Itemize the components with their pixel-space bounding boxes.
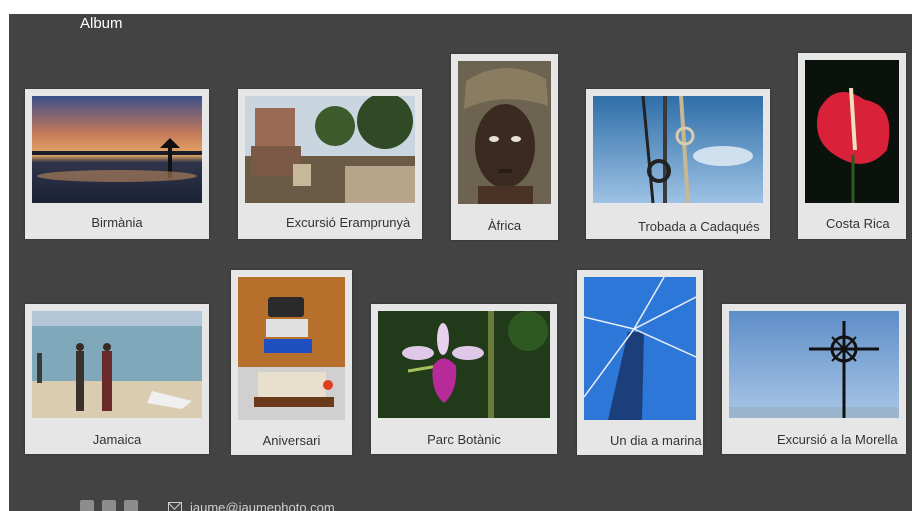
iron-cross-photo [729, 311, 899, 418]
sunset-lake-photo [32, 96, 202, 203]
album-card-eramprunya[interactable]: Excursió Eramprunyà [238, 89, 422, 239]
page-title: Album [80, 15, 123, 32]
album-caption: Aniversari [262, 433, 321, 448]
beach-photo [32, 311, 202, 418]
portrait-photo [458, 61, 551, 204]
album-caption: Parc Botànic [427, 432, 501, 447]
album-caption: Un dia a marina [610, 433, 702, 448]
red-flower-photo [805, 60, 899, 203]
album-caption: Àfrica [487, 218, 522, 233]
album-card-costa-rica[interactable]: Costa Rica [798, 53, 906, 239]
album-card-africa[interactable]: Àfrica [451, 54, 558, 240]
castle-ruins-photo [245, 96, 415, 203]
album-card-cadaques[interactable]: Trobada a Cadaqués [586, 89, 770, 239]
album-card-morella[interactable]: Excursió a la Morella [722, 304, 906, 454]
album-caption: Trobada a Cadaqués [638, 219, 760, 234]
album-caption: Birmània [91, 215, 143, 230]
album-caption: Excursió a la Morella [777, 432, 898, 447]
album-page: Album Birmània Excursió Eramprunyà Àfric… [9, 14, 912, 511]
orchid-photo [378, 311, 550, 418]
instagram-icon[interactable] [102, 500, 116, 511]
email-link[interactable]: jaume@jaumephoto.com [190, 500, 335, 511]
album-card-marina[interactable]: Un dia a marina [577, 270, 703, 455]
mast-photo [584, 277, 696, 420]
album-caption: Costa Rica [826, 216, 890, 231]
album-card-parc-botanic[interactable]: Parc Botànic [371, 304, 557, 454]
album-caption: Jamaica [92, 432, 142, 447]
footer: jaume@jaumephoto.com [80, 500, 335, 511]
ship-rigging-photo [593, 96, 763, 203]
facebook-icon[interactable] [80, 500, 94, 511]
album-caption: Excursió Eramprunyà [286, 215, 411, 230]
album-card-aniversari[interactable]: Aniversari [231, 270, 352, 455]
mail-icon [168, 502, 182, 511]
album-card-jamaica[interactable]: Jamaica [25, 304, 209, 454]
twitter-icon[interactable] [124, 500, 138, 511]
birthday-cake-photo [238, 277, 345, 420]
album-card-birmania[interactable]: Birmània [25, 89, 209, 239]
